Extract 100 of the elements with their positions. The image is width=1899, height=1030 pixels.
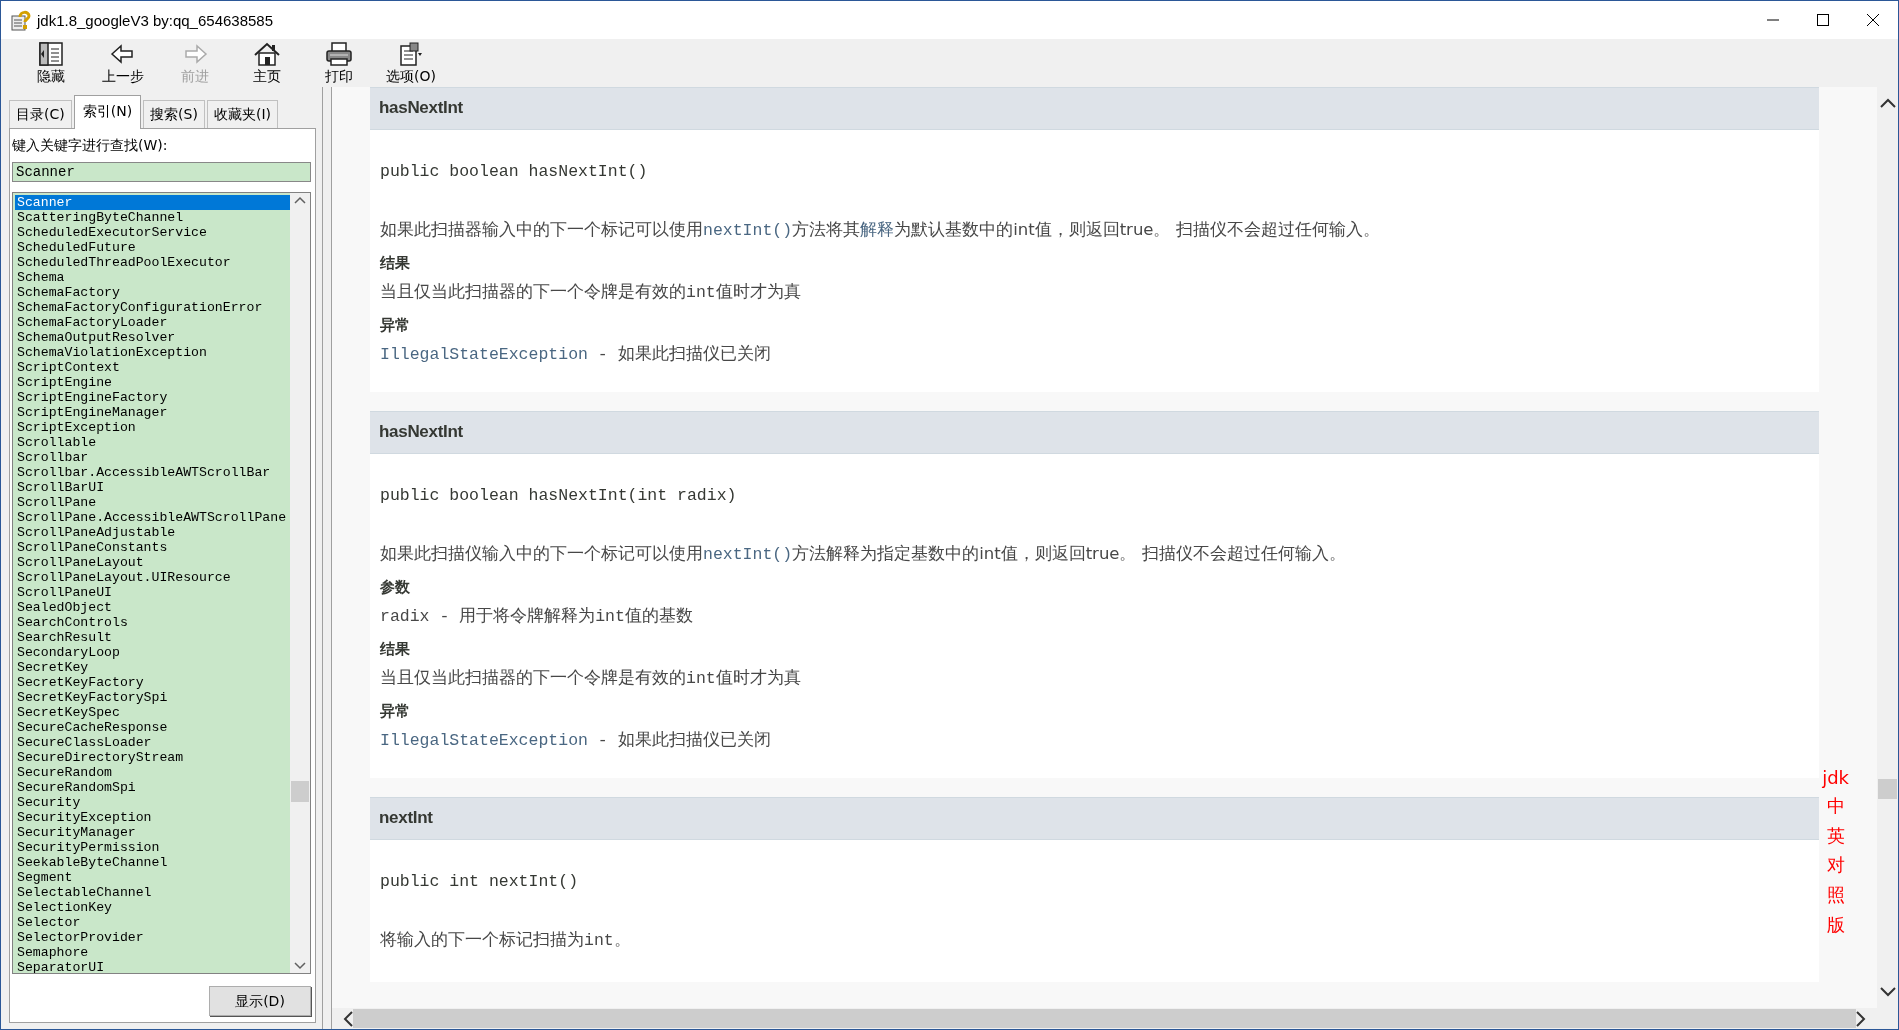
- index-item[interactable]: SelectableChannel: [15, 885, 290, 900]
- index-item[interactable]: SeekableByteChannel: [15, 855, 290, 870]
- close-icon[interactable]: [1867, 14, 1879, 26]
- index-item[interactable]: SecureCacheResponse: [15, 720, 290, 735]
- index-item[interactable]: ScheduledFuture: [15, 240, 290, 255]
- index-item[interactable]: ScrollPaneConstants: [15, 540, 290, 555]
- index-item[interactable]: ScriptEngineManager: [15, 405, 290, 420]
- toolbar-button[interactable]: 选项(O): [375, 39, 447, 87]
- index-item[interactable]: SeparatorUI: [15, 960, 290, 973]
- index-item[interactable]: ScatteringByteChannel: [15, 210, 290, 225]
- index-item[interactable]: SchemaFactoryConfigurationError: [15, 300, 290, 315]
- index-item[interactable]: SearchControls: [15, 615, 290, 630]
- index-item[interactable]: Selector: [15, 915, 290, 930]
- index-item[interactable]: Segment: [15, 870, 290, 885]
- index-item[interactable]: ScriptException: [15, 420, 290, 435]
- index-item[interactable]: SecretKey: [15, 660, 290, 675]
- block-heading: 异常: [380, 316, 411, 335]
- index-item[interactable]: SearchResult: [15, 630, 290, 645]
- scrollbar-thumb[interactable]: [1878, 779, 1897, 799]
- scrollbar[interactable]: [290, 193, 310, 973]
- index-item[interactable]: SecureRandomSpi: [15, 780, 290, 795]
- toolbar-button[interactable]: 主页: [231, 39, 303, 87]
- index-item[interactable]: ScrollPane.AccessibleAWTScrollPane: [15, 510, 290, 525]
- method-description: 如果此扫描器输入中的下一个标记可以使用nextInt()方法将其解释为默认基数中的int值，则返回true。 扫描仪不会超过任何输入。: [380, 219, 1381, 242]
- maximize-icon[interactable]: [1817, 14, 1829, 26]
- index-item[interactable]: Scrollable: [15, 435, 290, 450]
- index-item[interactable]: SelectionKey: [15, 900, 290, 915]
- method-heading: hasNextInt: [370, 411, 1819, 454]
- block-heading: 参数: [380, 578, 411, 597]
- index-item[interactable]: SecretKeyFactory: [15, 675, 290, 690]
- method-heading: nextInt: [370, 797, 1819, 840]
- block-text: radix - 用于将令牌解释为int值的基数: [380, 605, 694, 628]
- index-item[interactable]: SecureRandom: [15, 765, 290, 780]
- side-label: jdk: [1822, 766, 1849, 790]
- method-description: 如果此扫描仪输入中的下一个标记可以使用nextInt()方法解释为指定基数中的int值，则返回true。 扫描仪不会超过任何输入。: [380, 543, 1347, 566]
- index-item[interactable]: ScrollPaneUI: [15, 585, 290, 600]
- index-item[interactable]: Semaphore: [15, 945, 290, 960]
- block-text: 当且仅当此扫描器的下一个令牌是有效的int值时才为真: [380, 281, 802, 304]
- method-description: 将输入的下一个标记扫描为int。: [380, 929, 632, 952]
- scroll-left-icon[interactable]: [342, 1010, 354, 1027]
- block-heading: 结果: [380, 640, 411, 659]
- index-item[interactable]: SecurityException: [15, 810, 290, 825]
- method-heading: hasNextInt: [370, 87, 1819, 130]
- code-link[interactable]: nextInt(): [703, 221, 793, 240]
- toolbar-button[interactable]: 上一步: [87, 39, 159, 87]
- index-item[interactable]: SecondaryLoop: [15, 645, 290, 660]
- index-item[interactable]: Security: [15, 795, 290, 810]
- window-title: jdk1.8_googleV3 by:qq_654638585: [37, 11, 275, 29]
- tab[interactable]: 收藏夹(I): [206, 100, 278, 128]
- index-item[interactable]: ScrollPane: [15, 495, 290, 510]
- toolbar-button[interactable]: 隐藏: [15, 39, 87, 87]
- index-item[interactable]: Scrollbar: [15, 450, 290, 465]
- tab[interactable]: 搜索(S): [143, 100, 205, 128]
- index-item[interactable]: SecurityPermission: [15, 840, 290, 855]
- link[interactable]: 解释: [860, 220, 895, 239]
- index-item[interactable]: SchemaViolationException: [15, 345, 290, 360]
- scrollbar-thumb[interactable]: [291, 781, 309, 802]
- block-text: 当且仅当此扫描器的下一个令牌是有效的int值时才为真: [380, 667, 802, 690]
- index-item[interactable]: ScriptContext: [15, 360, 290, 375]
- code-link[interactable]: nextInt(): [703, 545, 793, 564]
- block-text: IllegalStateException - 如果此扫描仪已关闭: [380, 343, 772, 366]
- method-signature: public boolean hasNextInt(int radix): [380, 486, 738, 505]
- index-item[interactable]: SecureDirectoryStream: [15, 750, 290, 765]
- display-button[interactable]: 显示(D): [209, 986, 311, 1016]
- scroll-right-icon[interactable]: [1855, 1010, 1867, 1027]
- keyword-field[interactable]: Scanner: [12, 162, 311, 182]
- index-item[interactable]: Scrollbar.AccessibleAWTScrollBar: [15, 465, 290, 480]
- index-item[interactable]: SecretKeySpec: [15, 705, 290, 720]
- index-item[interactable]: SecretKeyFactorySpi: [15, 690, 290, 705]
- index-item[interactable]: ScrollPaneLayout: [15, 555, 290, 570]
- scroll-down-icon[interactable]: [1879, 986, 1896, 998]
- index-item[interactable]: SchemaFactoryLoader: [15, 315, 290, 330]
- index-item[interactable]: SelectorProvider: [15, 930, 290, 945]
- method-signature: public int nextInt(): [380, 872, 580, 891]
- tab[interactable]: 目录(C): [9, 100, 72, 128]
- index-item[interactable]: SecureClassLoader: [15, 735, 290, 750]
- index-item[interactable]: SchemaFactory: [15, 285, 290, 300]
- index-item[interactable]: ScheduledExecutorService: [15, 225, 290, 240]
- toolbar-button[interactable]: 打印: [303, 39, 375, 87]
- index-item[interactable]: SchemaOutputResolver: [15, 330, 290, 345]
- code-link[interactable]: IllegalStateException: [380, 731, 588, 750]
- tab[interactable]: 索引(N): [73, 95, 142, 129]
- index-item[interactable]: ScrollBarUI: [15, 480, 290, 495]
- index-item[interactable]: ScriptEngineFactory: [15, 390, 290, 405]
- index-item[interactable]: Schema: [15, 270, 290, 285]
- printer-icon: [324, 40, 354, 67]
- home-icon: [252, 40, 282, 67]
- hide-pane-icon: [36, 40, 66, 67]
- index-item[interactable]: SecurityManager: [15, 825, 290, 840]
- index-item[interactable]: ScheduledThreadPoolExecutor: [15, 255, 290, 270]
- method-signature: public boolean hasNextInt(): [380, 162, 649, 181]
- scroll-up-icon[interactable]: [1879, 97, 1896, 109]
- index-item[interactable]: Scanner: [15, 195, 290, 210]
- block-text: IllegalStateException - 如果此扫描仪已关闭: [380, 729, 772, 752]
- code-link[interactable]: IllegalStateException: [380, 345, 588, 364]
- index-item[interactable]: SealedObject: [15, 600, 290, 615]
- index-item[interactable]: ScrollPaneLayout.UIResource: [15, 570, 290, 585]
- block-heading: 结果: [380, 254, 411, 273]
- index-item[interactable]: ScrollPaneAdjustable: [15, 525, 290, 540]
- index-item[interactable]: ScriptEngine: [15, 375, 290, 390]
